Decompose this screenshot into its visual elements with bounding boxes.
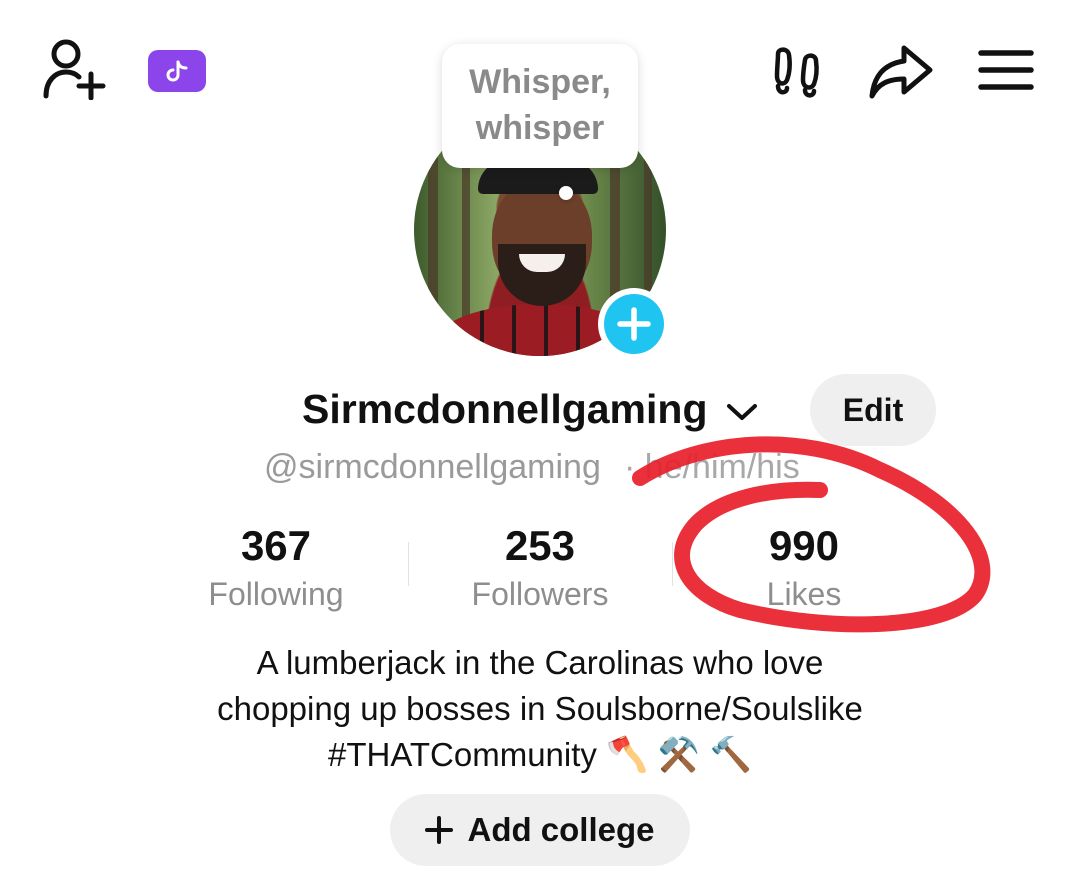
add-college-button[interactable]: Add college: [390, 794, 690, 866]
followers-label: Followers: [471, 576, 609, 612]
followers-stat[interactable]: 253 Followers: [430, 522, 650, 613]
stat-divider: [408, 542, 409, 586]
display-name[interactable]: Sirmcdonnellgaming: [302, 386, 759, 433]
tiktok-ticket-button[interactable]: [148, 50, 206, 92]
status-speech-bubble[interactable]: Whisper, whisper: [442, 44, 638, 168]
profile-bio: A lumberjack in the Carolinas who love c…: [0, 640, 1080, 778]
speech-bubble-tail: [559, 186, 573, 200]
speech-bubble-line1: Whisper,: [469, 63, 611, 102]
profile-views-button[interactable]: [768, 44, 828, 100]
tiktok-ticket-icon: [166, 60, 188, 82]
stat-divider: [672, 542, 673, 586]
followers-count: 253: [504, 522, 576, 569]
bio-line: chopping up bosses in Soulsborne/Soulsli…: [217, 690, 863, 727]
hamburger-menu-icon: [978, 50, 1034, 90]
plus-icon: [617, 307, 651, 341]
bio-hashtag[interactable]: #THATCommunity: [328, 736, 597, 773]
following-label: Following: [208, 576, 344, 612]
share-button[interactable]: [866, 40, 936, 102]
person-plus-icon: [43, 39, 106, 100]
share-arrow-icon: [869, 45, 933, 99]
likes-count: 990: [768, 522, 840, 569]
likes-label: Likes: [766, 576, 842, 612]
username-handle: @sirmcdonnellgaming: [264, 448, 601, 486]
bio-line-3: #THATCommunity 🪓 ⚒️ 🔨: [0, 732, 1080, 778]
add-friend-button[interactable]: [38, 36, 110, 102]
following-stat[interactable]: 367 Following: [166, 522, 386, 613]
add-story-button[interactable]: [598, 288, 670, 360]
add-college-label: Add college: [467, 811, 655, 848]
likes-stat[interactable]: 990 Likes: [694, 522, 914, 613]
pronouns: · he/him/his: [624, 448, 800, 486]
bio-line: A lumberjack in the Carolinas who love: [256, 644, 824, 681]
speech-bubble-line2: whisper: [475, 109, 605, 147]
edit-profile-button[interactable]: Edit: [810, 374, 936, 446]
menu-button[interactable]: [976, 44, 1036, 96]
chevron-down-icon[interactable]: [725, 401, 759, 423]
following-count: 367: [240, 522, 312, 569]
plus-icon: [425, 816, 454, 844]
footprints-icon: [774, 47, 819, 98]
display-name-text: Sirmcdonnellgaming: [302, 386, 708, 432]
tools-emoji: 🪓 ⚒️ 🔨: [606, 736, 752, 774]
